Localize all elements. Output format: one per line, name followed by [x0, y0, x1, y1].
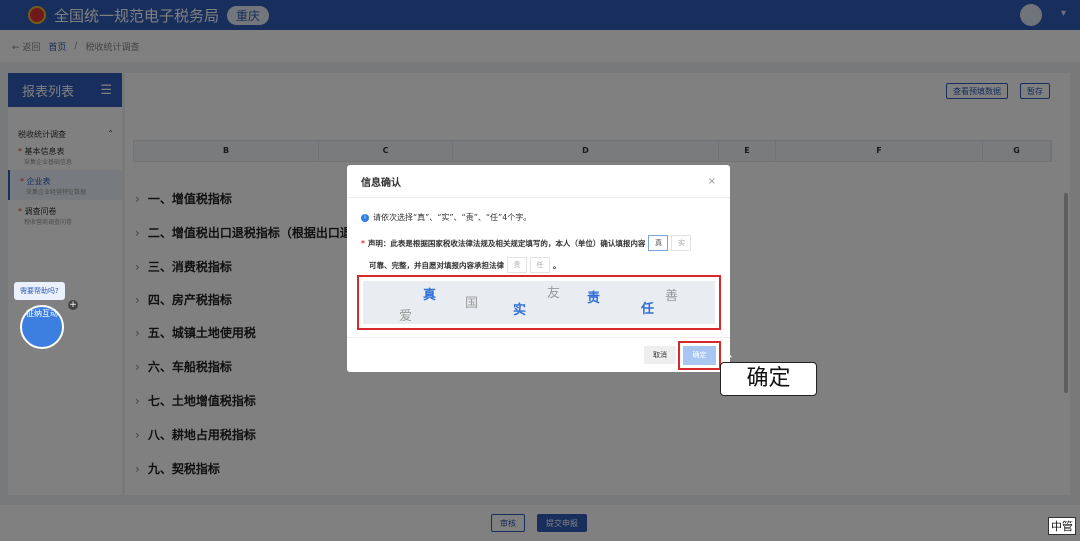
captcha-highlight: 爱 真 国 实 友 责 任 善	[357, 275, 721, 330]
char-captcha[interactable]: 爱 真 国 实 友 责 任 善	[363, 281, 715, 324]
captcha-char[interactable]: 任	[641, 298, 654, 317]
section-row[interactable]: › 五、城镇土地使用税	[135, 324, 256, 341]
column-header: G	[983, 141, 1051, 161]
review-button[interactable]: 审核	[491, 514, 525, 532]
save-draft-button[interactable]: 暂存	[1020, 83, 1050, 99]
confirm-highlight: 确定	[678, 341, 721, 370]
char-slot[interactable]: 责	[507, 257, 527, 273]
back-link[interactable]: ← 返回	[12, 40, 40, 53]
info-icon: i	[361, 213, 369, 222]
city-selector[interactable]: 重庆	[227, 5, 270, 25]
section-row[interactable]: › 三、消费税指标	[135, 258, 232, 275]
chevron-up-icon: ⌃	[107, 129, 114, 138]
declaration-text: 可靠、完整，并自愿对填报内容承担法律	[369, 260, 504, 270]
chevron-right-icon: ›	[135, 462, 140, 476]
mascot-label: 征纳互动	[26, 309, 58, 318]
section-label: 九、契税指标	[147, 462, 220, 476]
column-header: D	[453, 141, 719, 161]
captcha-char[interactable]: 爱	[399, 305, 412, 324]
section-label: 二、增值税出口退税指标（根据出口退（	[147, 226, 364, 240]
sidebar-group[interactable]: 税收统计调查 ⌃	[18, 129, 114, 140]
table-header: B C D E F G	[133, 140, 1052, 162]
column-header: B	[134, 141, 319, 161]
section-row[interactable]: › 七、土地增值税指标	[135, 392, 256, 409]
chevron-right-icon: ›	[135, 226, 140, 240]
breadcrumb-separator: /	[74, 41, 78, 51]
site-title: 全国统一规范电子税务局	[54, 6, 220, 25]
sidebar-item-enterprise[interactable]: * 企业表 采集企业经营特征数据	[8, 170, 122, 200]
sidebar-item-survey[interactable]: * 调查问卷 税收营商调查问卷	[8, 200, 122, 230]
item-label: 调查问卷	[24, 207, 57, 216]
item-sub: 税收营商调查问卷	[24, 219, 73, 226]
item-sub: 采集企业基础信息	[24, 159, 73, 166]
item-label: 企业表	[26, 177, 51, 186]
section-label: 三、消费税指标	[147, 260, 232, 274]
item-label: 基本信息表	[24, 147, 65, 156]
section-label: 六、车船税指标	[147, 360, 232, 374]
breadcrumb-home[interactable]: 首页	[48, 40, 66, 53]
char-slot[interactable]: 真	[648, 235, 669, 251]
help-widget[interactable]: 需要帮助吗?	[14, 282, 65, 300]
section-row[interactable]: › 八、耕地占用税指标	[135, 426, 256, 443]
char-slot[interactable]: 实	[671, 235, 692, 251]
chevron-right-icon: ›	[135, 394, 140, 408]
menu-icon[interactable]: ☰	[100, 83, 112, 98]
confirm-button[interactable]: 确定	[683, 346, 716, 365]
chevron-right-icon: ›	[135, 293, 140, 307]
submit-button[interactable]: 提交申报	[537, 514, 587, 532]
dialog-tip: 请依次选择“真”、“实”、“责”、“任”4个字。	[373, 213, 532, 222]
help-bubble[interactable]: 需要帮助吗?	[14, 282, 65, 300]
scrollbar[interactable]	[1064, 193, 1068, 393]
chevron-right-icon: ›	[135, 428, 140, 442]
chevron-right-icon: ›	[135, 326, 140, 340]
char-slot[interactable]: 任	[530, 257, 550, 273]
group-label: 税收统计调查	[18, 130, 66, 139]
section-row[interactable]: › 六、车船税指标	[135, 358, 232, 375]
annotation-callout: 确定	[720, 362, 817, 396]
captcha-char[interactable]: 善	[665, 285, 678, 304]
cancel-button[interactable]: 取消	[644, 346, 676, 364]
item-sub: 采集企业经营特征数据	[26, 189, 87, 196]
close-icon[interactable]: ×	[708, 176, 716, 187]
tax-emblem-icon	[28, 6, 46, 24]
section-label: 四、房产税指标	[147, 293, 232, 307]
breadcrumb: ← 返回 首页 / 税收统计调查	[0, 30, 1080, 62]
chevron-right-icon: ›	[135, 192, 140, 206]
section-row[interactable]: › 一、增值税指标	[135, 190, 232, 207]
captcha-char[interactable]: 国	[465, 292, 478, 311]
view-prefill-button[interactable]: 查看预填数据	[946, 83, 1008, 99]
chevron-down-icon[interactable]: ▾	[1061, 8, 1066, 19]
dialog-title: 信息确认	[361, 177, 401, 189]
section-row[interactable]: › 四、房产税指标	[135, 291, 232, 308]
captcha-char[interactable]: 责	[587, 287, 600, 306]
chevron-right-icon: ›	[135, 260, 140, 274]
required-star: *	[361, 238, 365, 248]
section-row[interactable]: › 二、增值税出口退税指标（根据出口退（	[135, 224, 364, 241]
captcha-char[interactable]: 真	[423, 284, 436, 303]
user-avatar[interactable]	[1020, 4, 1042, 26]
column-header: E	[719, 141, 776, 161]
breadcrumb-current: 税收统计调查	[85, 42, 140, 53]
section-label: 五、城镇土地使用税	[147, 326, 256, 340]
info-confirm-dialog: 信息确认 × i 请依次选择“真”、“实”、“责”、“任”4个字。 * 声明：此表是根…	[347, 165, 730, 372]
column-header: C	[319, 141, 453, 161]
column-header: F	[776, 141, 983, 161]
section-label: 七、土地增值税指标	[147, 394, 256, 408]
chevron-right-icon: ›	[135, 360, 140, 374]
plus-icon[interactable]: +	[68, 300, 78, 310]
bottom-bar: 审核 提交申报	[0, 505, 1080, 541]
watermark: 中管	[1048, 517, 1076, 535]
sidebar-item-basic-info[interactable]: * 基本信息表 采集企业基础信息	[8, 140, 122, 170]
cursor-icon: ↖	[722, 346, 734, 362]
captcha-char[interactable]: 友	[547, 282, 560, 301]
section-label: 一、增值税指标	[147, 192, 232, 206]
mascot-icon[interactable]: 征纳互动	[20, 305, 64, 349]
period: 。	[553, 260, 561, 270]
sidebar-title: 报表列表	[22, 84, 75, 100]
captcha-char[interactable]: 实	[513, 299, 526, 318]
top-header: 全国统一规范电子税务局 重庆	[0, 0, 1080, 30]
section-row[interactable]: › 九、契税指标	[135, 460, 220, 477]
declaration-text: 声明：此表是根据国家税收法律法规及相关规定填写的，本人（单位）确认填报内容	[367, 238, 646, 248]
section-label: 八、耕地占用税指标	[147, 428, 256, 442]
